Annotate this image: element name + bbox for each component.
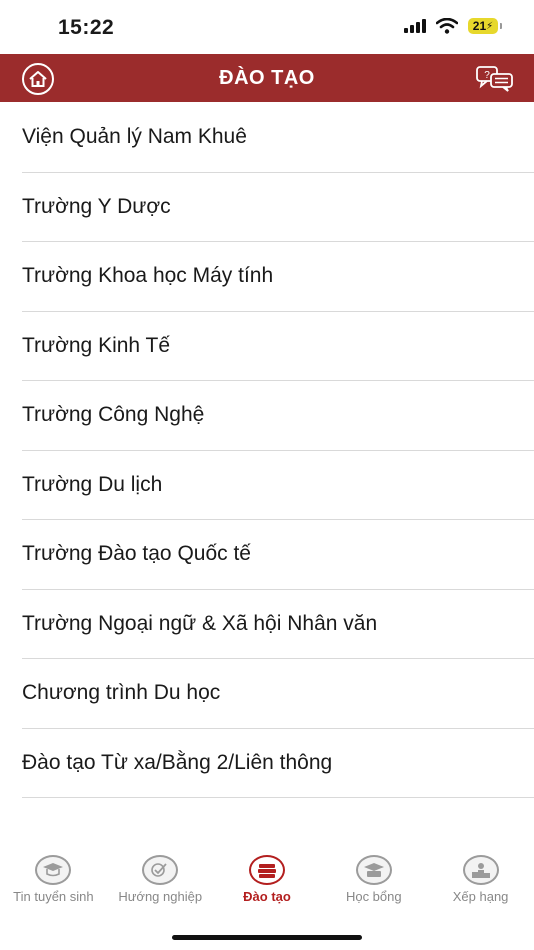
battery-icon: 21 ⚡ bbox=[468, 18, 502, 34]
training-list: Viện Quản lý Nam Khuê Trường Y Dược Trườ… bbox=[0, 103, 534, 798]
bottom-tab-bar: Tin tuyển sinh Hướng nghiệp Đào tạo Học … bbox=[0, 855, 534, 915]
tab-hoc-bong[interactable]: Học bổng bbox=[320, 855, 427, 915]
home-button[interactable] bbox=[22, 63, 54, 95]
battery-level: 21 bbox=[472, 19, 487, 33]
list-item[interactable]: Trường Y Dược bbox=[22, 173, 534, 242]
tab-label: Đào tạo bbox=[243, 889, 291, 904]
ranking-podium-icon bbox=[462, 855, 499, 885]
list-item[interactable]: Trường Du lịch bbox=[22, 451, 534, 520]
tab-label: Tin tuyển sinh bbox=[13, 889, 94, 904]
list-item[interactable]: Trường Công Nghệ bbox=[22, 381, 534, 451]
app-header: ĐÀO TẠO ? bbox=[0, 54, 534, 102]
tab-tin-tuyen-sinh[interactable]: Tin tuyển sinh bbox=[0, 855, 107, 915]
list-item[interactable]: Viện Quản lý Nam Khuê bbox=[22, 103, 534, 173]
status-bar: 15:22 21 ⚡ bbox=[0, 0, 534, 54]
home-indicator bbox=[172, 935, 362, 940]
svg-text:?: ? bbox=[484, 70, 490, 81]
tab-dao-tao[interactable]: Đào tạo bbox=[214, 855, 321, 915]
list-item[interactable]: Trường Khoa học Máy tính bbox=[22, 242, 534, 312]
list-item[interactable]: Trường Kinh Tế bbox=[22, 312, 534, 381]
tab-label: Học bổng bbox=[345, 889, 402, 904]
status-icons: 21 ⚡ bbox=[404, 18, 502, 34]
graduation-cap-icon bbox=[35, 855, 72, 885]
list-item[interactable]: Trường Đào tạo Quốc tế bbox=[22, 520, 534, 590]
tab-huong-nghiep[interactable]: Hướng nghiệp bbox=[107, 855, 214, 915]
page-title: ĐÀO TẠO bbox=[219, 66, 315, 89]
tab-xep-hang[interactable]: Xếp hạng bbox=[427, 855, 534, 915]
list-item[interactable]: Trường Ngoại ngữ & Xã hội Nhân văn bbox=[22, 590, 534, 659]
list-item[interactable]: Chương trình Du học bbox=[22, 659, 534, 729]
books-icon bbox=[248, 855, 285, 885]
chat-help-icon: ? bbox=[476, 66, 513, 92]
status-time: 15:22 bbox=[58, 16, 115, 39]
home-icon bbox=[29, 71, 47, 87]
list-item[interactable]: Đào tạo Từ xa/Bằng 2/Liên thông bbox=[22, 729, 534, 798]
wifi-icon bbox=[436, 18, 458, 34]
tab-label: Hướng nghiệp bbox=[118, 889, 203, 904]
tab-label: Xếp hạng bbox=[452, 889, 509, 904]
career-compass-icon bbox=[142, 855, 179, 885]
chat-help-button[interactable]: ? bbox=[476, 65, 514, 93]
cellular-signal-icon bbox=[404, 19, 426, 33]
scholarship-icon bbox=[355, 855, 392, 885]
